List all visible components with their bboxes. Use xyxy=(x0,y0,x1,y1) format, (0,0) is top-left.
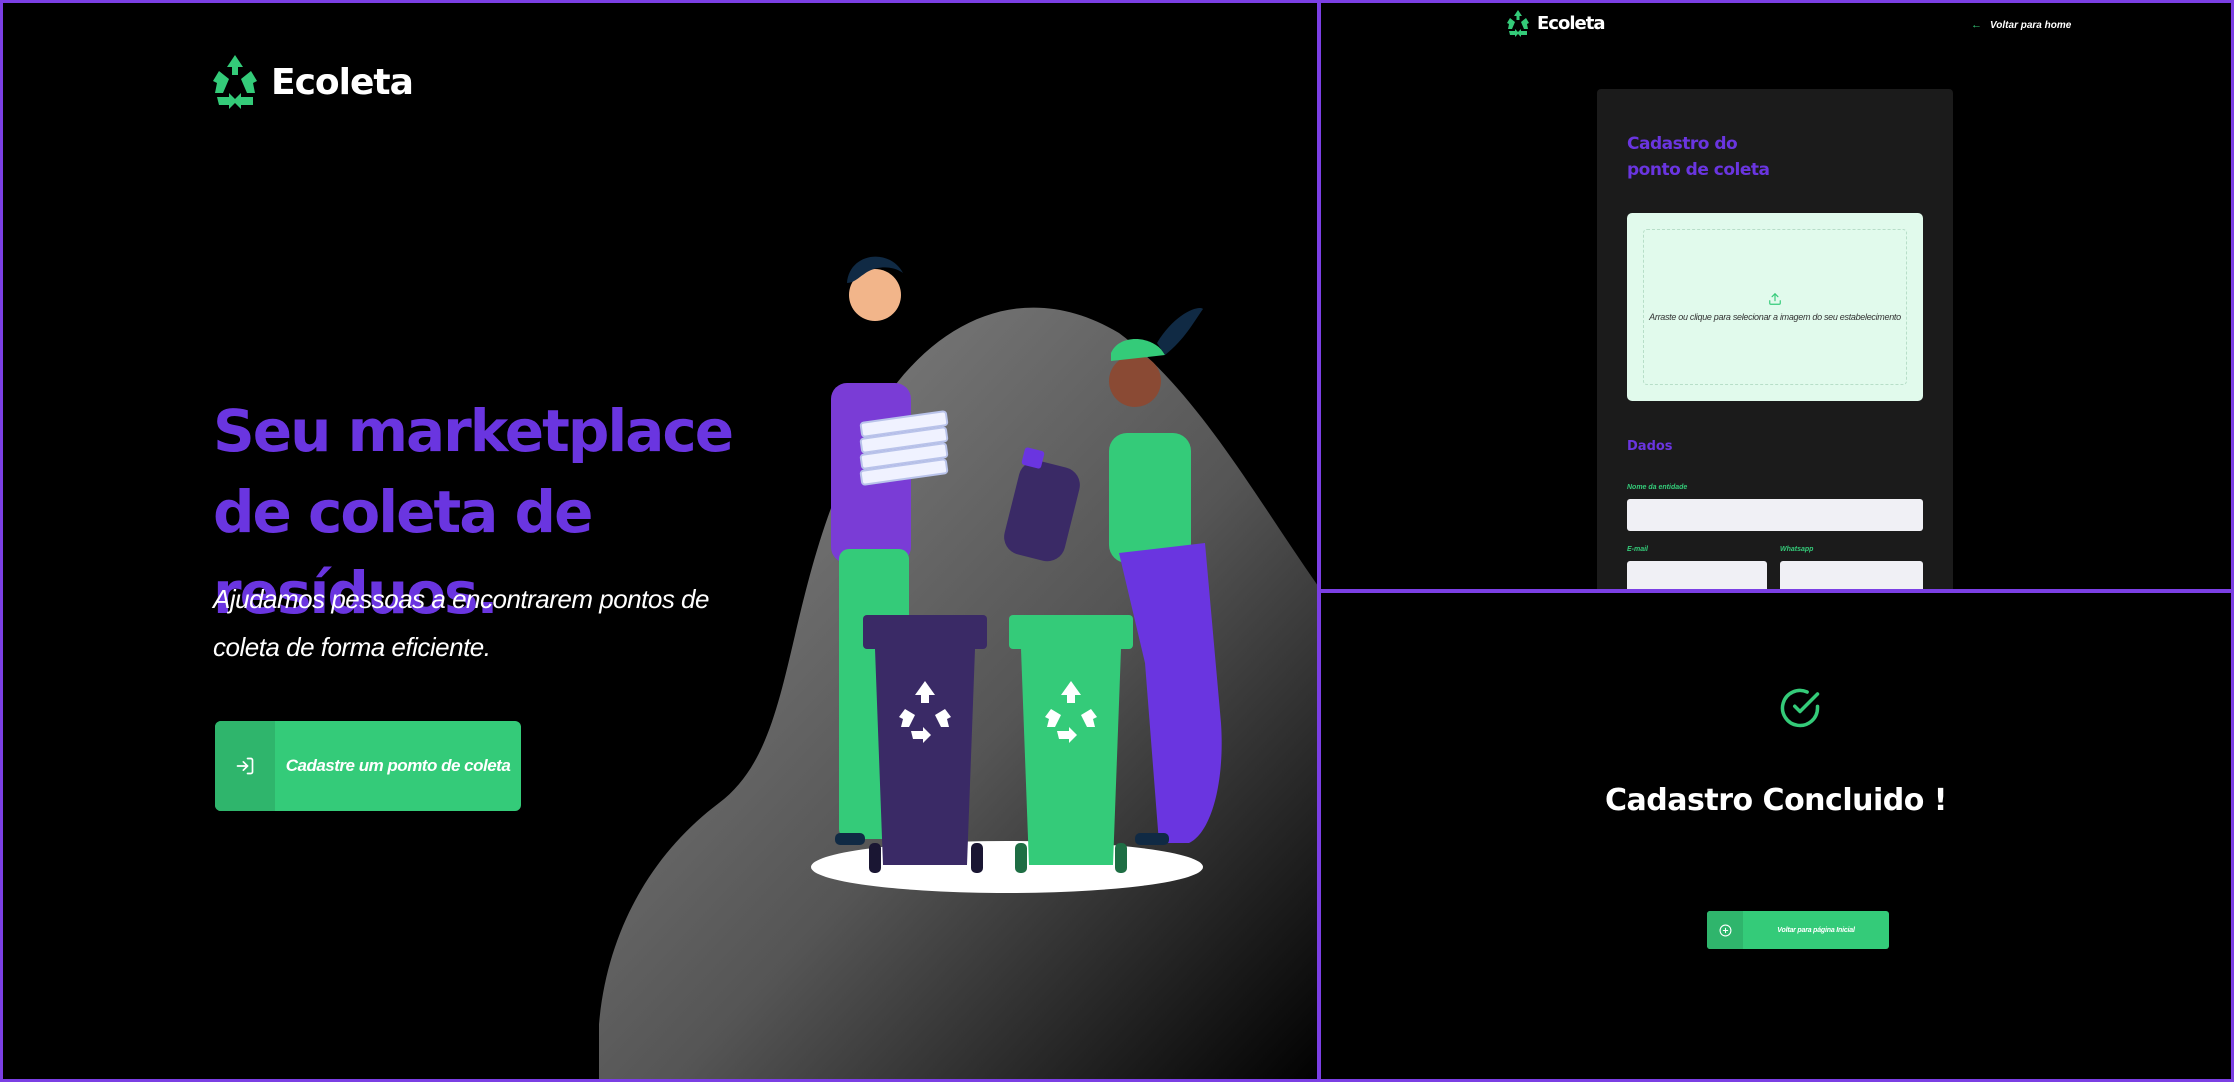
back-to-start-button[interactable]: Voltar para página Inicial xyxy=(1707,911,1889,949)
back-to-home-link[interactable]: ← Voltar para home xyxy=(1971,19,2071,31)
brand-name: Ecoleta xyxy=(1537,13,1605,34)
upload-icon xyxy=(1769,293,1781,305)
recycle-logo-icon xyxy=(1507,10,1529,37)
registration-form: Cadastro do ponto de coleta Arraste ou c… xyxy=(1597,89,1953,589)
brand-name: Ecoleta xyxy=(271,61,414,103)
image-dropzone[interactable]: Arraste ou clique para selecionar a imag… xyxy=(1627,213,1923,401)
whatsapp-input[interactable] xyxy=(1780,561,1923,589)
home-screen: Ecoleta Seu marketplace de coleta de res… xyxy=(0,0,1320,1082)
email-field-label: E-mail xyxy=(1627,546,1649,553)
email-input[interactable] xyxy=(1627,561,1767,589)
dropzone-text: Arraste ou clique para selecionar a imag… xyxy=(1649,312,1901,322)
plus-circle-icon xyxy=(1707,911,1743,949)
section-title-dados: Dados xyxy=(1627,439,1673,454)
register-point-label: Cadastre um pomto de coleta xyxy=(285,756,511,775)
register-point-button[interactable]: Cadastre um pomto de coleta xyxy=(215,721,521,811)
create-point-screen: Ecoleta ← Voltar para home Cadastro do p… xyxy=(1318,0,2234,592)
success-screen: Cadastro Concluido ! Voltar para página … xyxy=(1318,590,2234,1082)
whatsapp-field-label: Whatsapp xyxy=(1780,546,1814,553)
form-title: Cadastro do ponto de coleta xyxy=(1627,134,1770,180)
success-title: Cadastro Concluido ! xyxy=(1605,783,1947,818)
name-input[interactable] xyxy=(1627,499,1923,531)
recycling-people-illustration xyxy=(599,256,1317,1079)
arrow-left-icon: ← xyxy=(1971,19,1982,31)
check-circle-icon xyxy=(1780,688,1820,728)
back-to-start-label: Voltar para página Inicial xyxy=(1777,926,1855,934)
name-field-label: Nome da entidade xyxy=(1627,484,1688,491)
logo: Ecoleta xyxy=(1507,9,1605,38)
back-to-home-label: Voltar para home xyxy=(1990,19,2072,31)
recycle-logo-icon xyxy=(213,55,257,109)
log-in-icon xyxy=(215,721,275,811)
logo: Ecoleta xyxy=(213,53,414,111)
